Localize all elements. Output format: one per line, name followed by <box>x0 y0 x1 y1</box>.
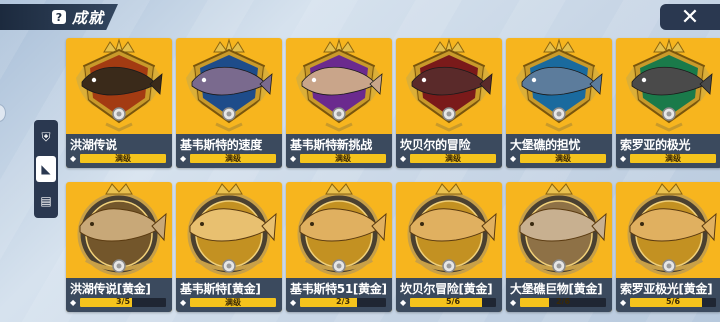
gold-medal-icon <box>506 182 612 278</box>
achievement-card[interactable]: 基韦斯特的速度 ◆ 满级 <box>176 38 282 168</box>
progress-text: 2/3 <box>335 298 351 306</box>
page-title: 成就 <box>72 8 105 27</box>
badge-art <box>406 38 493 132</box>
gold-medal-icon <box>616 182 720 278</box>
progress-bar: 3/5 <box>80 298 166 307</box>
book-icon: ▤ <box>40 194 52 208</box>
achievement-name: 索罗亚极光[黄金] <box>620 282 713 296</box>
progress-bar: 满级 <box>300 154 386 163</box>
progress-icon: ◆ <box>180 154 187 163</box>
badge-art <box>516 38 603 132</box>
badge-art <box>296 38 383 132</box>
badge-art <box>297 183 387 276</box>
progress-icon: ◆ <box>620 298 627 307</box>
achievement-name: 大堡礁巨物[黄金] <box>510 282 603 296</box>
crest-badge-icon <box>66 38 172 134</box>
achievement-name: 洪湖传说 <box>70 138 117 152</box>
progress-bar: 5/6 <box>630 298 716 307</box>
progress-text: 5/6 <box>665 298 681 306</box>
progress-bar: 5/6 <box>410 298 496 307</box>
achievement-card[interactable]: 洪湖传说[黄金] ◆ 3/5 <box>66 182 172 312</box>
achievement-card[interactable]: 索罗亚的极光 ◆ 满级 <box>616 38 720 168</box>
crest-badge-icon <box>616 38 720 134</box>
progress-text: 满级 <box>555 154 571 163</box>
progress-text: 满级 <box>225 298 241 307</box>
achievement-card[interactable]: 洪湖传说 ◆ 满级 <box>66 38 172 168</box>
fin-icon: ◣ <box>41 162 51 176</box>
gold-medal-icon <box>66 182 172 278</box>
progress-icon: ◆ <box>620 154 627 163</box>
badge-art <box>77 183 167 276</box>
achievement-name: 坎贝尔冒险[黄金] <box>400 282 493 296</box>
achievement-card[interactable]: 坎贝尔的冒险 ◆ 满级 <box>396 38 502 168</box>
achievement-grid: 洪湖传说 ◆ 满级 基韦斯特的速度 ◆ 满级 基韦斯特新挑战 ◆ 满级 坎贝尔的… <box>66 38 720 312</box>
badge-art <box>186 38 273 132</box>
progress-bar: 满级 <box>630 154 716 163</box>
tab-fin[interactable]: ◣ <box>36 156 56 182</box>
progress-icon: ◆ <box>70 154 77 163</box>
progress-text: 2/6 <box>555 298 571 306</box>
progress-bar: 满级 <box>80 154 166 163</box>
progress-text: 满级 <box>665 154 681 163</box>
progress-icon: ◆ <box>400 298 407 307</box>
title-bar: ? 成就 <box>0 4 118 30</box>
progress-text: 满级 <box>225 154 241 163</box>
achievement-name: 洪湖传说[黄金] <box>70 282 151 296</box>
achievement-card[interactable]: 大堡礁的担忧 ◆ 满级 <box>506 38 612 168</box>
achievement-name: 基韦斯特51[黄金] <box>290 282 387 296</box>
gold-medal-icon <box>286 182 392 278</box>
achievement-name: 索罗亚的极光 <box>620 138 691 152</box>
progress-text: 满级 <box>335 154 351 163</box>
help-icon[interactable]: ? <box>52 10 66 24</box>
achievement-name: 基韦斯特的速度 <box>180 138 262 152</box>
achievement-card[interactable]: 基韦斯特[黄金] ◆ 满级 <box>176 182 282 312</box>
achievement-card[interactable]: 基韦斯特新挑战 ◆ 满级 <box>286 38 392 168</box>
side-tab-bar: ⛨ ◣ ▤ <box>34 120 58 218</box>
crest-badge-icon <box>506 38 612 134</box>
progress-bar: 满级 <box>190 298 276 307</box>
badge-art <box>76 38 163 132</box>
achievement-name: 坎贝尔的冒险 <box>400 138 471 152</box>
crest-badge-icon <box>396 38 502 134</box>
badge-art <box>187 183 277 276</box>
progress-icon: ◆ <box>70 298 77 307</box>
tab-book[interactable]: ▤ <box>36 188 56 214</box>
progress-text: 3/5 <box>115 298 131 306</box>
tab-shield[interactable]: ⛨ <box>36 124 56 150</box>
progress-text: 满级 <box>445 154 461 163</box>
gold-medal-icon <box>176 182 282 278</box>
badge-art <box>517 183 607 276</box>
progress-icon: ◆ <box>290 298 297 307</box>
badge-art <box>626 38 713 132</box>
badge-art <box>627 183 717 276</box>
close-button[interactable]: ✕ <box>660 4 720 30</box>
achievement-card[interactable]: 索罗亚极光[黄金] ◆ 5/6 <box>616 182 720 312</box>
progress-icon: ◆ <box>400 154 407 163</box>
progress-bar: 满级 <box>190 154 276 163</box>
achievement-card[interactable]: 坎贝尔冒险[黄金] ◆ 5/6 <box>396 182 502 312</box>
progress-bar: 满级 <box>520 154 606 163</box>
progress-icon: ◆ <box>510 298 517 307</box>
achievement-card[interactable]: 基韦斯特51[黄金] ◆ 2/3 <box>286 182 392 312</box>
progress-icon: ◆ <box>510 154 517 163</box>
achievement-name: 大堡礁的担忧 <box>510 138 581 152</box>
progress-bar: 2/6 <box>520 298 606 307</box>
side-handle[interactable] <box>0 104 6 122</box>
achievement-card[interactable]: 大堡礁巨物[黄金] ◆ 2/6 <box>506 182 612 312</box>
crest-badge-icon <box>176 38 282 134</box>
progress-icon: ◆ <box>290 154 297 163</box>
progress-bar: 满级 <box>410 154 496 163</box>
achievement-name: 基韦斯特新挑战 <box>290 138 372 152</box>
progress-bar: 2/3 <box>300 298 386 307</box>
crest-badge-icon <box>286 38 392 134</box>
achievement-name: 基韦斯特[黄金] <box>180 282 261 296</box>
progress-text: 满级 <box>115 154 131 163</box>
progress-icon: ◆ <box>180 298 187 307</box>
gold-medal-icon <box>396 182 502 278</box>
shield-icon: ⛨ <box>41 129 51 144</box>
badge-art <box>407 183 497 276</box>
progress-text: 5/6 <box>445 298 461 306</box>
